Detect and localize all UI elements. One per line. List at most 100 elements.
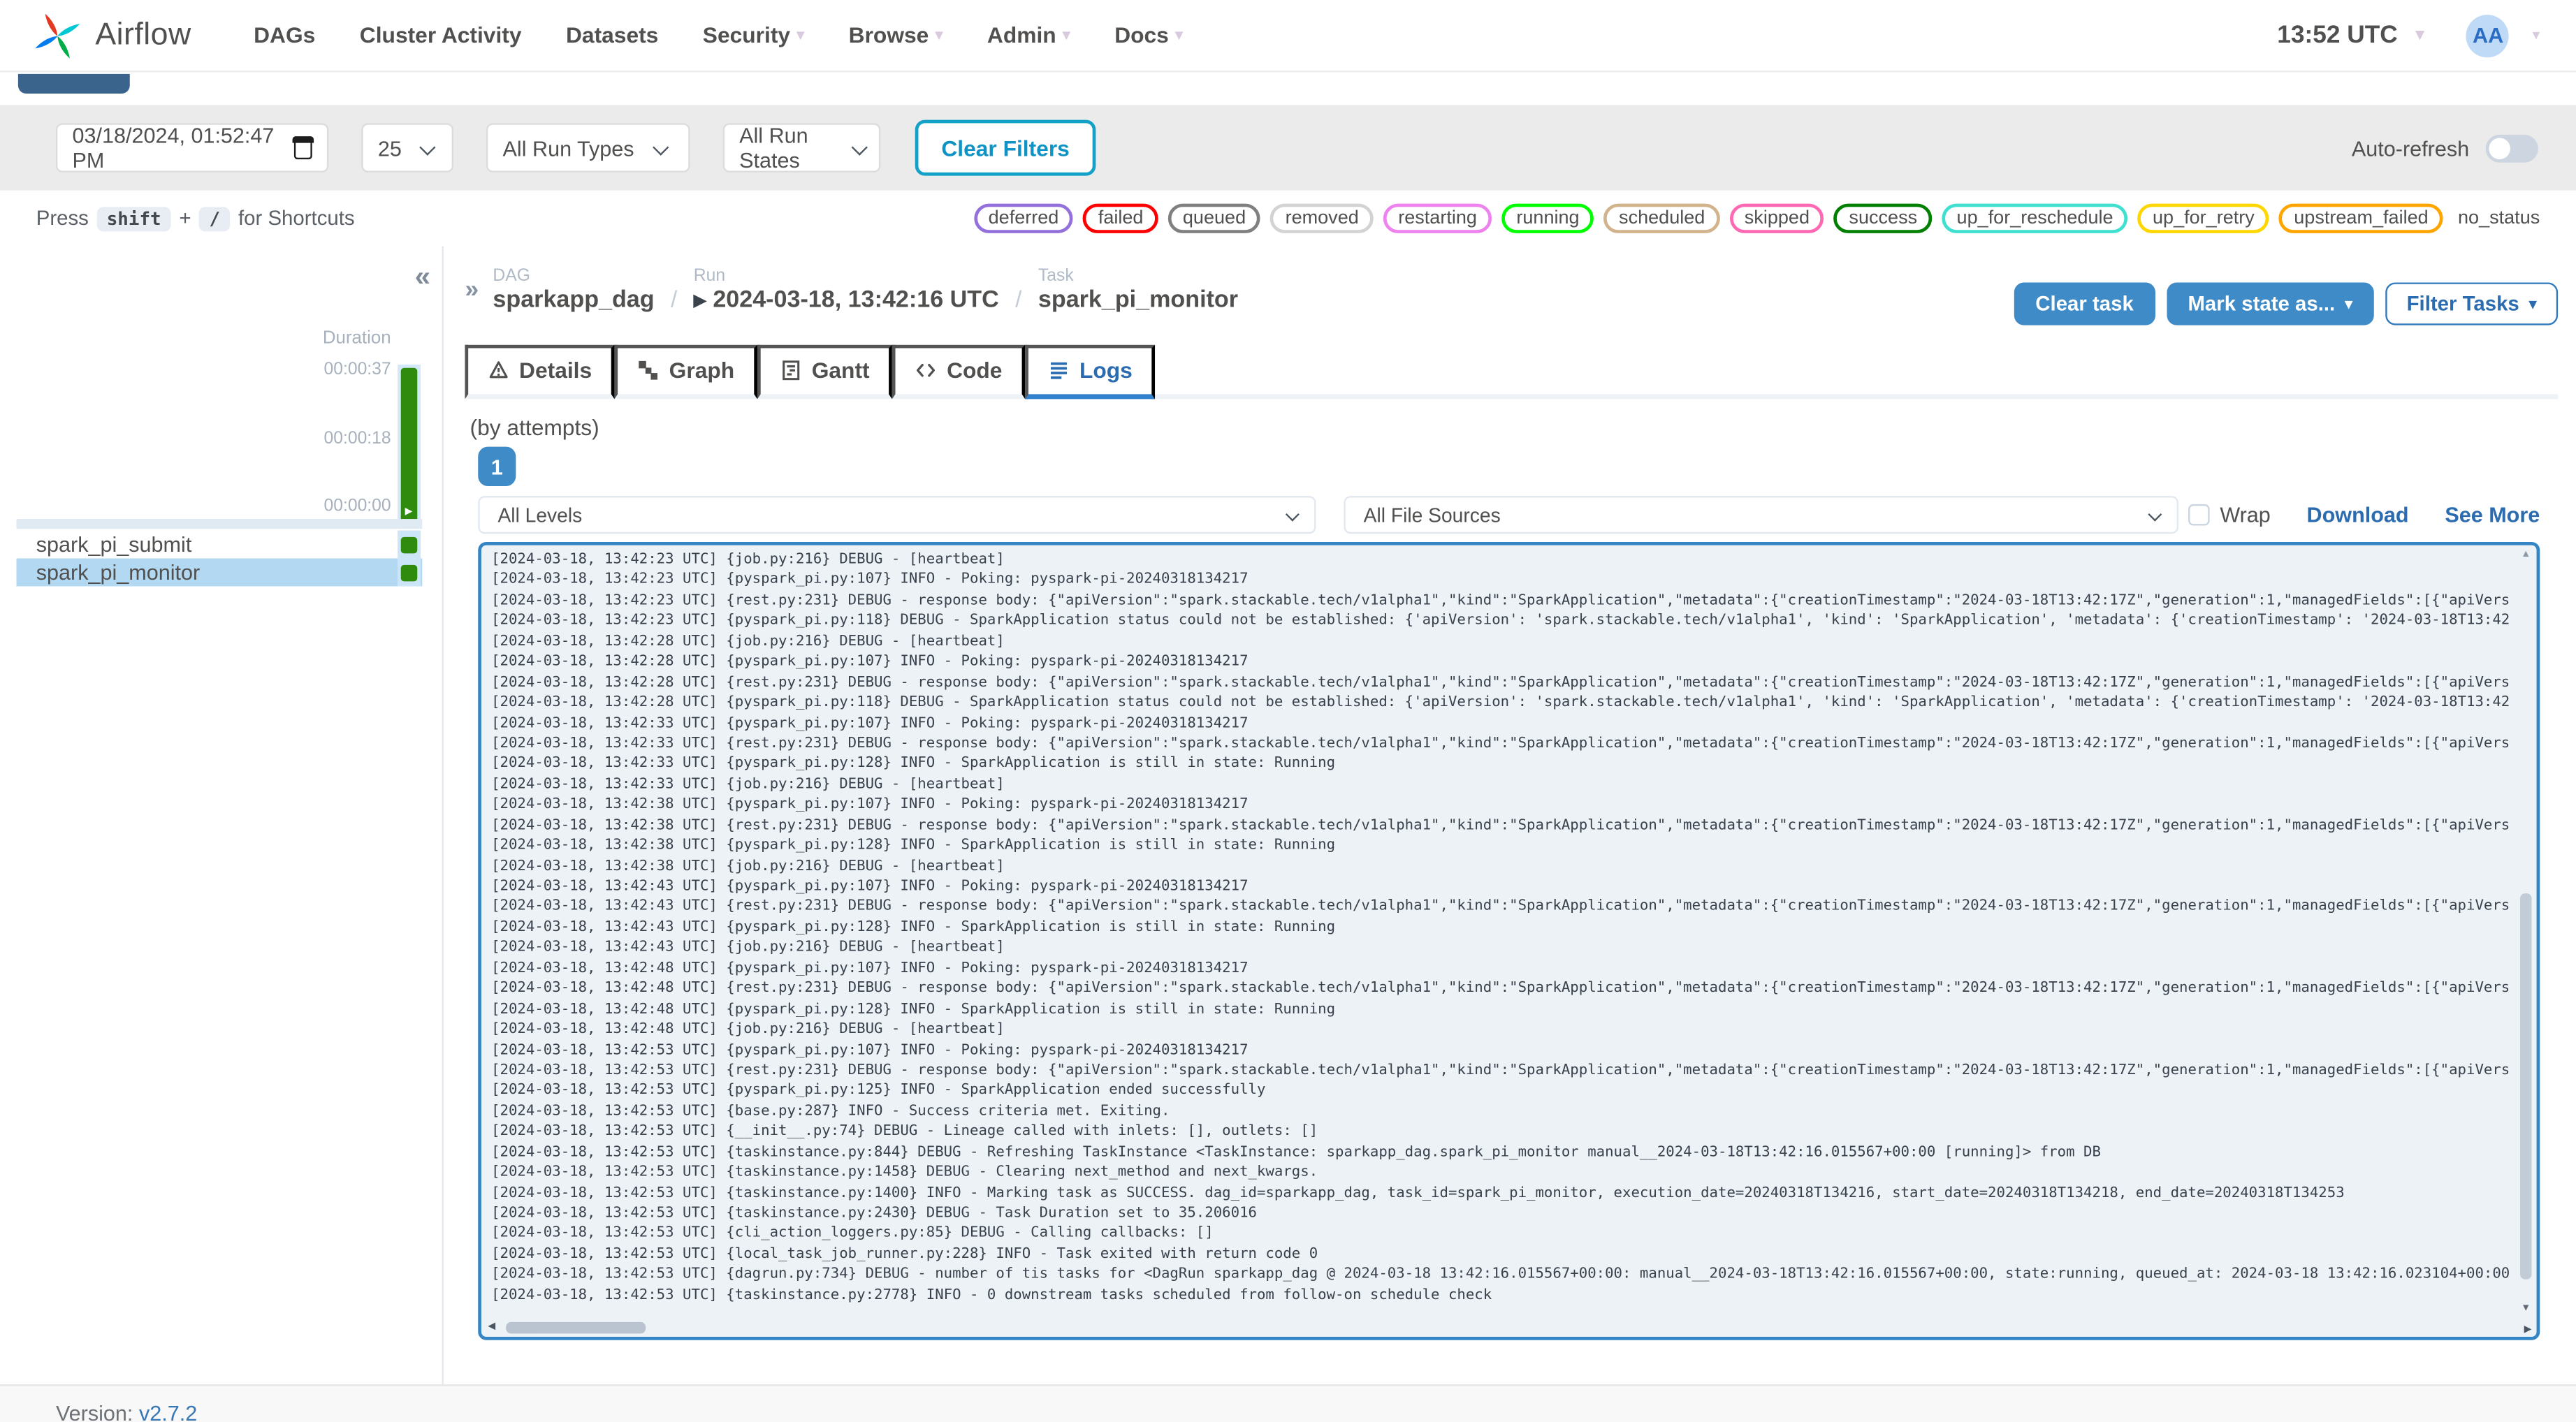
wrap-toggle[interactable]: Wrap <box>2188 503 2271 527</box>
collapse-panel-icon[interactable]: « <box>415 263 430 291</box>
status-badge-upstream-failed: upstream_failed <box>2279 203 2443 233</box>
log-line: [2024-03-18, 13:42:33 UTC] {pyspark_pi.p… <box>491 715 1249 732</box>
clear-task-button[interactable]: Clear task <box>2014 282 2155 325</box>
mark-state-button[interactable]: Mark state as... ▾ <box>2166 282 2374 325</box>
nav-item-datasets[interactable]: Datasets <box>566 23 658 47</box>
run-types-select[interactable]: All Run Types <box>486 123 690 173</box>
graph-icon <box>638 360 660 381</box>
breadcrumb-task[interactable]: Task spark_pi_monitor <box>1038 266 1238 314</box>
status-badge-success: success <box>1834 203 1933 233</box>
horizontal-scroll-thumb[interactable] <box>506 1321 646 1333</box>
brand-name: Airflow <box>95 17 191 52</box>
dag-label: DAG <box>493 265 530 286</box>
nav-item-browse[interactable]: Browse ▾ <box>849 23 943 47</box>
task-success-square[interactable] <box>400 536 418 553</box>
tab-label: Gantt <box>811 358 870 383</box>
filter-bar: 03/18/2024, 01:52:47 PM 25 All Run Types… <box>0 105 2576 191</box>
task-row-spark-pi-monitor[interactable]: spark_pi_monitor <box>16 558 423 587</box>
status-badge-failed: failed <box>1083 203 1158 233</box>
chevron-down-icon: ▾ <box>935 26 943 43</box>
nav-item-security[interactable]: Security ▾ <box>703 23 804 47</box>
scroll-up-icon[interactable]: ▲ <box>2517 550 2535 560</box>
tab-graph[interactable]: Graph <box>615 344 758 400</box>
run-duration-bar[interactable]: ▶ <box>400 367 418 522</box>
tab-code[interactable]: Code <box>892 344 1026 400</box>
detail-tabs: Details Graph Gantt Code Logs <box>465 344 2559 400</box>
expand-panel-icon[interactable]: » <box>465 276 479 304</box>
page-size-value: 25 <box>377 135 402 161</box>
scroll-left-icon[interactable]: ◀ <box>488 1321 495 1332</box>
chevron-down-icon <box>1285 506 1300 521</box>
avatar[interactable]: AA <box>2466 13 2510 57</box>
shortcut-hint-suffix: for Shortcuts <box>238 207 355 230</box>
task-success-square[interactable] <box>400 564 418 581</box>
see-more-link[interactable]: See More <box>2445 503 2540 527</box>
breadcrumb-dag[interactable]: DAG sparkapp_dag <box>493 266 654 314</box>
horizontal-scrollbar[interactable]: ◀ <box>485 1319 2514 1335</box>
tab-gantt[interactable]: Gantt <box>757 344 893 400</box>
nav-item-docs[interactable]: Docs ▾ <box>1114 23 1183 47</box>
vertical-scroll-thumb[interactable] <box>2520 893 2532 1279</box>
shortcut-hint-plus: + <box>179 207 191 230</box>
log-line: [2024-03-18, 13:42:53 UTC] {dagrun.py:73… <box>491 1266 2510 1284</box>
duration-axis-label: Duration <box>322 328 391 349</box>
version-link[interactable]: v2.7.2 <box>139 1401 197 1422</box>
vertical-scrollbar[interactable]: ▲ ▼ <box>2517 547 2535 1317</box>
tab-logs[interactable]: Logs <box>1025 344 1156 400</box>
task-label: Task <box>1038 265 1074 286</box>
log-level-select[interactable]: All Levels <box>478 496 1316 534</box>
status-badge-restarting: restarting <box>1383 203 1492 233</box>
run-states-select[interactable]: All Run States <box>722 123 881 173</box>
duration-tick: 00:00:37 <box>323 359 391 380</box>
axis-baseline <box>16 519 423 529</box>
calendar-icon[interactable] <box>293 136 314 159</box>
utc-clock[interactable]: 13:52 UTC ▾ <box>2277 22 2424 50</box>
shortcut-hint: Press shift + / for Shortcuts <box>36 206 355 231</box>
tab-details[interactable]: Details <box>465 344 616 400</box>
task-row-spark-pi-submit[interactable]: spark_pi_submit <box>17 530 423 559</box>
chevron-down-icon: ▾ <box>2345 295 2352 311</box>
content-area: « Duration 00:00:37 00:00:18 00:00:00 ▶ sp… <box>0 246 2576 1385</box>
scroll-down-icon[interactable]: ▼ <box>2517 1304 2535 1314</box>
filter-tasks-button[interactable]: Filter Tasks ▾ <box>2385 282 2559 325</box>
nav-item-cluster-activity[interactable]: Cluster Activity <box>360 23 522 47</box>
page-size-select[interactable]: 25 <box>361 123 453 173</box>
run-id: 2024-03-18, 13:42:16 UTC <box>713 287 999 314</box>
log-line: [2024-03-18, 13:42:23 UTC] {rest.py:231}… <box>491 592 2510 610</box>
logs-icon <box>1048 360 1070 381</box>
log-line: [2024-03-18, 13:42:53 UTC] {taskinstance… <box>491 1144 2101 1161</box>
status-badge-skipped: skipped <box>1729 203 1825 233</box>
log-viewer[interactable]: [2024-03-18, 13:42:23 UTC] {job.py:216} … <box>478 541 2540 1340</box>
user-menu-caret-icon[interactable]: ▾ <box>2533 27 2540 45</box>
log-line: [2024-03-18, 13:42:23 UTC] {job.py:216} … <box>491 552 1005 569</box>
nav-item-admin[interactable]: Admin ▾ <box>987 23 1070 47</box>
nav-item-dags[interactable]: DAGs <box>254 23 315 47</box>
log-line: [2024-03-18, 13:42:53 UTC] {taskinstance… <box>491 1287 1492 1304</box>
by-attempts-label: (by attempts) <box>470 415 599 441</box>
attempt-tab-1[interactable]: 1 <box>478 446 516 487</box>
log-source-select[interactable]: All File Sources <box>1344 496 2178 534</box>
airflow-logo-icon <box>35 13 80 58</box>
chevron-down-icon: ▾ <box>2528 295 2537 311</box>
log-line: [2024-03-18, 13:42:38 UTC] {pyspark_pi.p… <box>491 797 1249 814</box>
wrap-checkbox[interactable] <box>2188 504 2211 526</box>
clear-filters-button[interactable]: Clear Filters <box>915 119 1096 176</box>
status-badge-up-for-reschedule: up_for_reschedule <box>1942 203 2128 233</box>
log-filters-row: All Levels All File Sources Wrap Downloa… <box>478 496 2540 534</box>
breadcrumb-run[interactable]: Run ▶ 2024-03-18, 13:42:16 UTC <box>694 266 999 314</box>
date-filter-input[interactable]: 03/18/2024, 01:52:47 PM <box>55 123 329 173</box>
airflow-brand[interactable]: Airflow <box>33 10 191 60</box>
nav-item-label: Admin <box>987 22 1056 48</box>
tab-label: Details <box>519 358 592 383</box>
status-badge-deferred: deferred <box>973 203 1074 233</box>
tab-label: Graph <box>669 358 735 383</box>
log-line: [2024-03-18, 13:42:28 UTC] {pyspark_pi.p… <box>491 694 2510 712</box>
download-logs-link[interactable]: Download <box>2307 503 2409 527</box>
chevron-down-icon: ▾ <box>1175 26 1183 43</box>
status-badge-no-status: no_status <box>2457 208 2540 228</box>
scroll-right-icon[interactable]: ▶ <box>2524 1324 2532 1335</box>
shortcut-legend-row: Press shift + / for Shortcuts deferred fa… <box>0 190 2576 247</box>
breadcrumb-separator: / <box>1015 286 1022 312</box>
auto-refresh-toggle[interactable] <box>2485 133 2538 162</box>
manual-run-icon: ▶ <box>405 507 413 518</box>
